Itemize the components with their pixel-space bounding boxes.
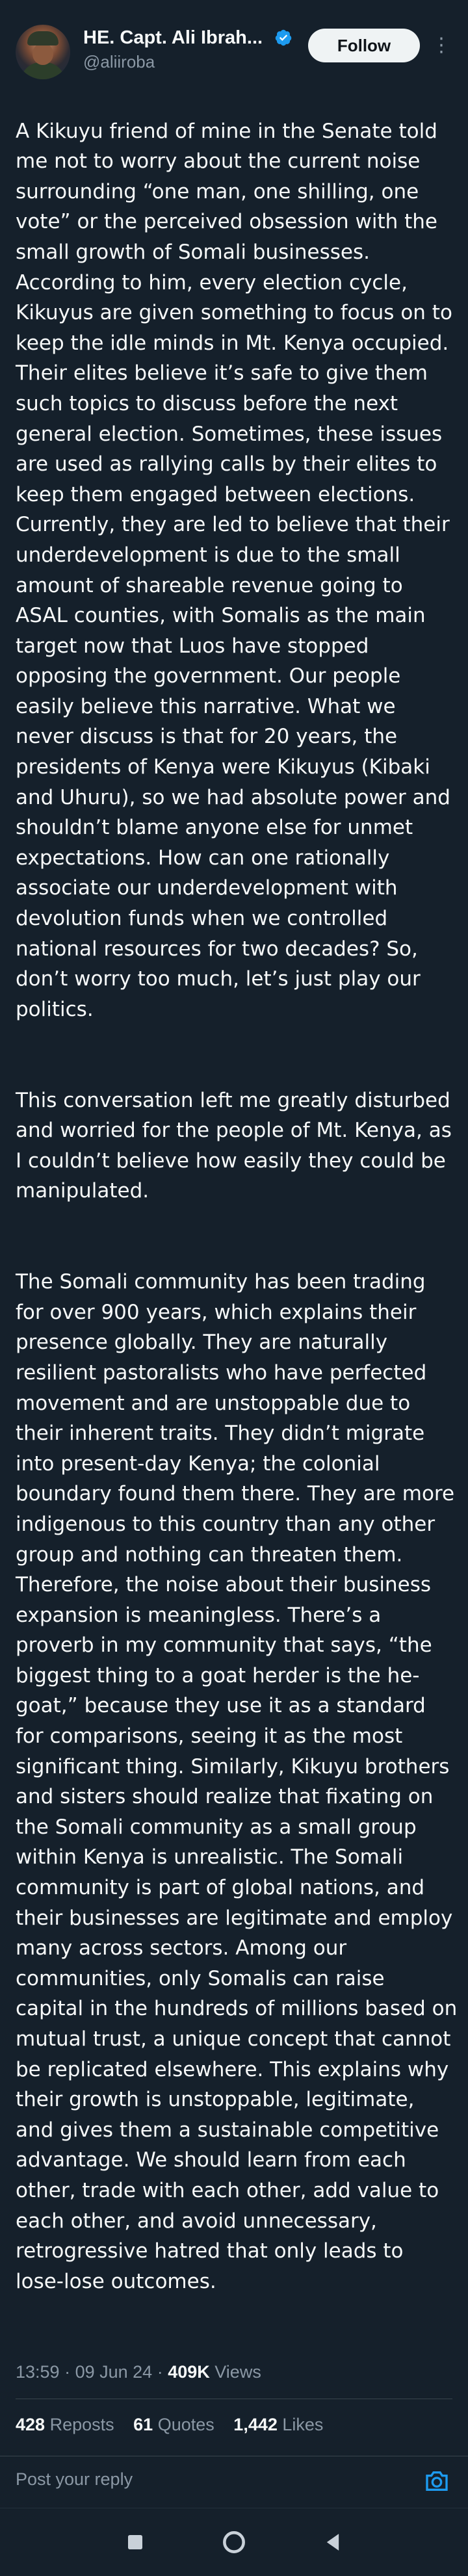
reposts-stat[interactable]: 428 Reposts: [16, 2415, 114, 2434]
tweet-paragraph: The Somali community has been trading fo…: [16, 1270, 458, 2293]
author-handle[interactable]: @aliiroba: [83, 52, 155, 72]
more-vertical-icon[interactable]: ⋮: [432, 33, 451, 59]
reply-bar: Post your reply: [0, 2456, 468, 2508]
tweet-date[interactable]: 09 Jun 24: [75, 2362, 153, 2382]
tweet-time[interactable]: 13:59: [16, 2362, 60, 2382]
tweet-header: HE. Capt. Ali Ibrah... @aliiroba Follow …: [0, 0, 468, 85]
system-navigation-bar: [0, 2508, 468, 2576]
quotes-stat[interactable]: 61 Quotes: [133, 2415, 214, 2434]
reply-input[interactable]: Post your reply: [16, 2469, 133, 2490]
back-icon[interactable]: [318, 2528, 347, 2556]
recent-apps-icon[interactable]: [121, 2528, 150, 2556]
verified-badge-icon: [275, 29, 292, 46]
avatar[interactable]: [16, 25, 70, 79]
tweet-meta: 13:59 · 09 Jun 24 · 409K Views: [16, 2362, 261, 2382]
tweet-text: A Kikuyu friend of mine in the Senate to…: [16, 86, 458, 2327]
follow-button[interactable]: Follow: [308, 29, 420, 62]
author-display-name[interactable]: HE. Capt. Ali Ibrah...: [83, 27, 263, 49]
tweet-paragraph: This conversation left me greatly distur…: [16, 1088, 452, 1203]
views-count: 409K: [168, 2362, 210, 2382]
likes-stat[interactable]: 1,442 Likes: [233, 2415, 323, 2434]
views-label: Views: [214, 2362, 261, 2382]
tweet-paragraph: A Kikuyu friend of mine in the Senate to…: [16, 119, 452, 1021]
tweet-stats: 428 Reposts 61 Quotes 1,442 Likes: [16, 2415, 337, 2435]
home-icon[interactable]: [220, 2528, 248, 2556]
camera-icon[interactable]: [424, 2468, 450, 2494]
